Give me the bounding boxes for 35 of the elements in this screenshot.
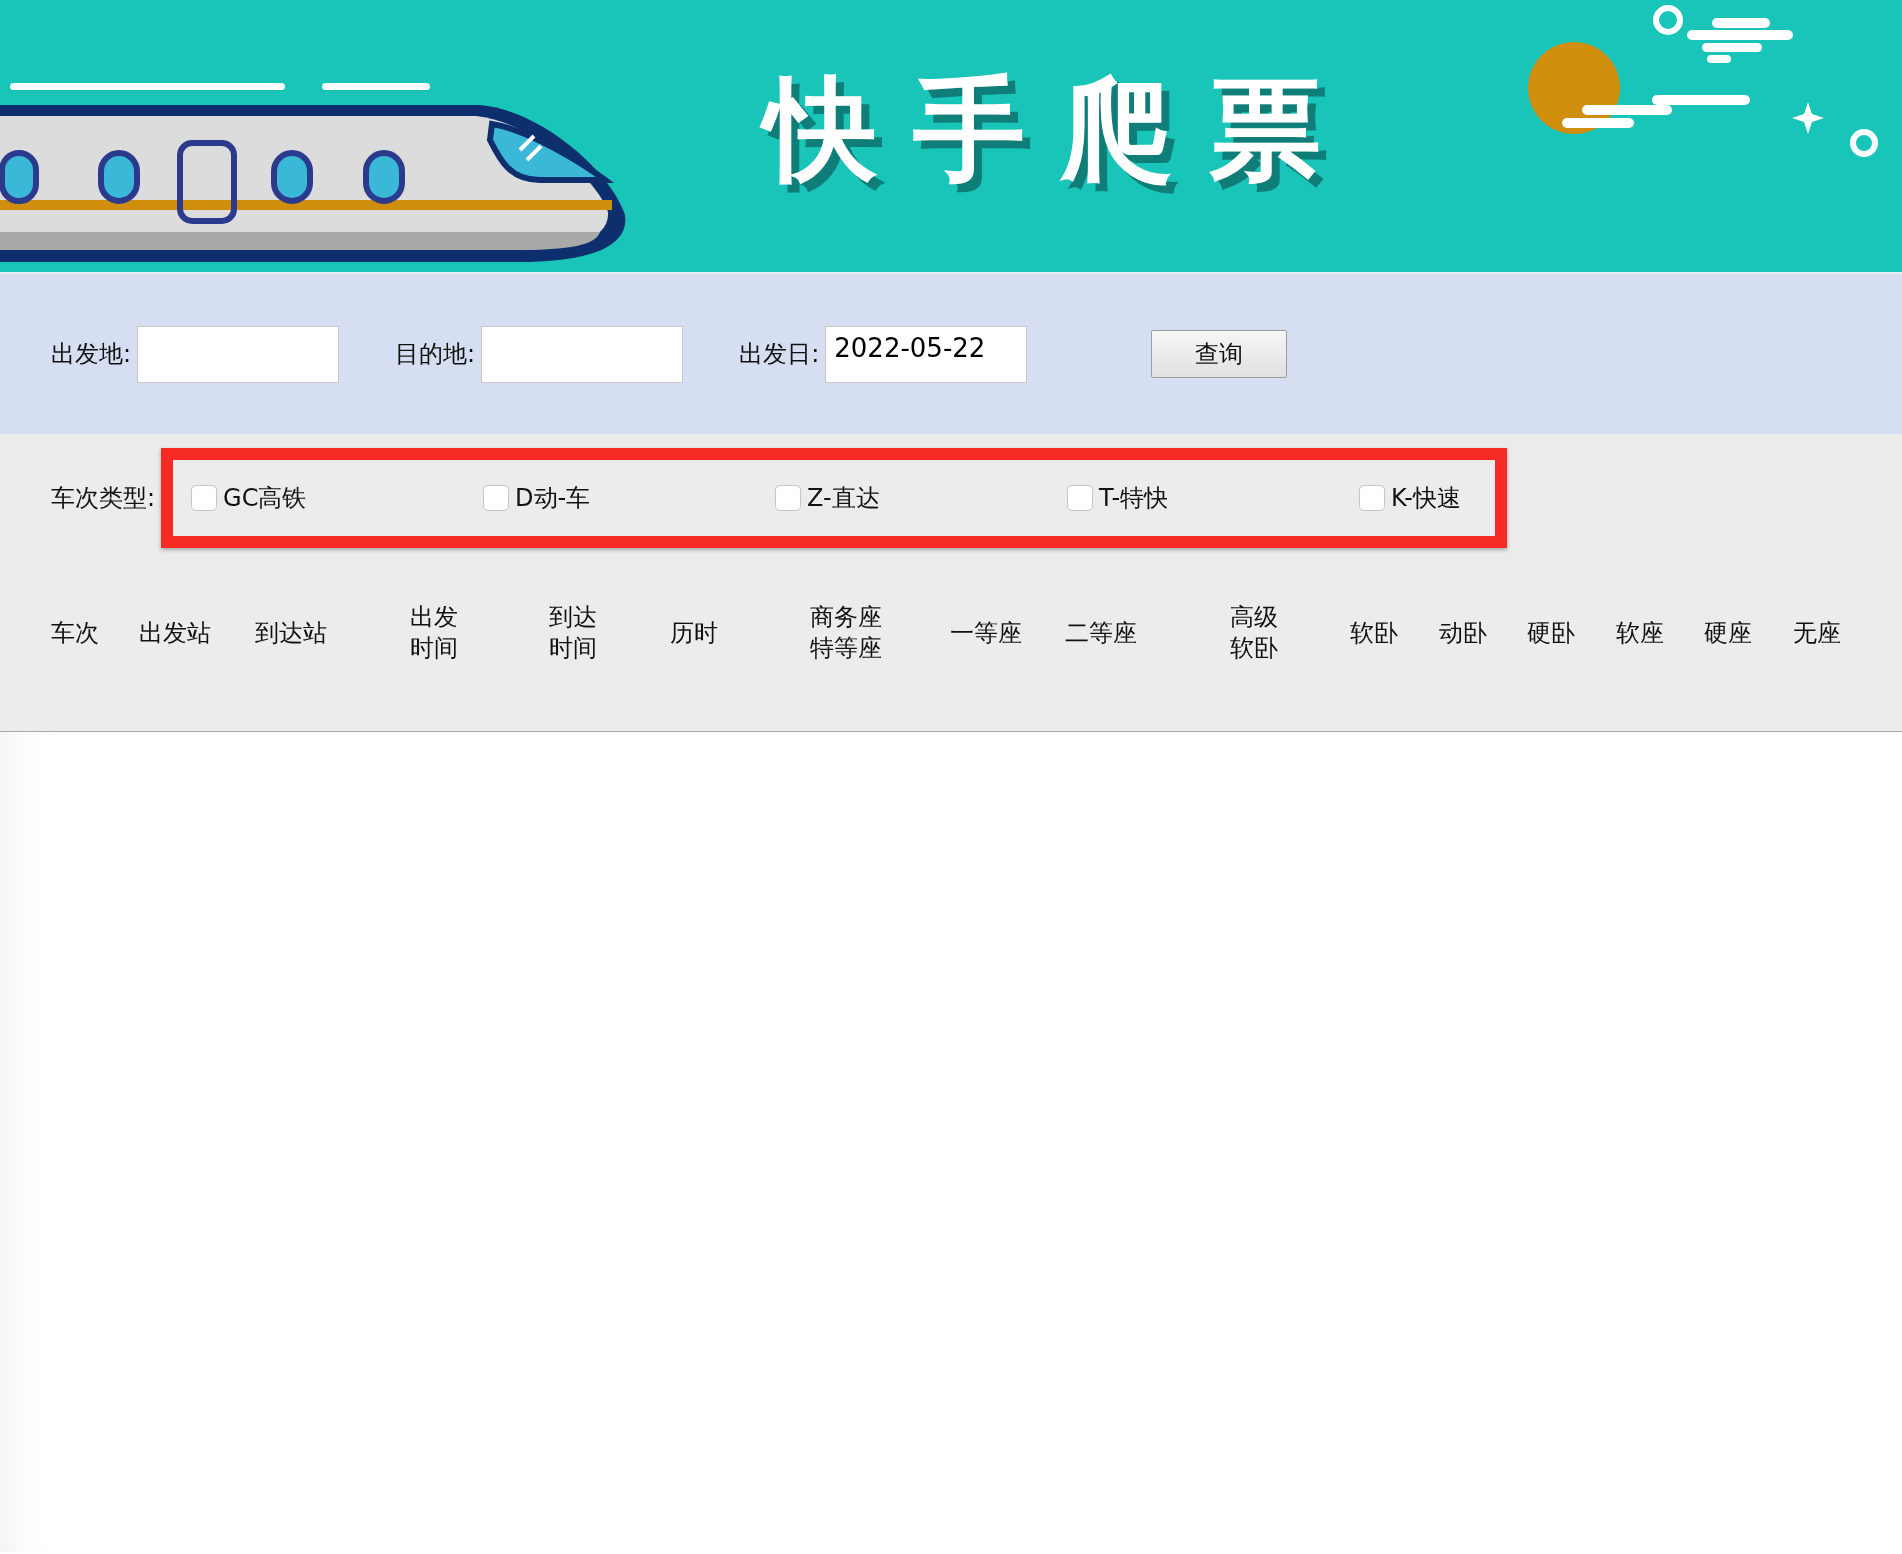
input-field[interactable]: 2022-05-22 bbox=[825, 325, 1028, 383]
column-header: 硬卧 bbox=[1527, 617, 1575, 649]
train-type-label: 车次类型: bbox=[51, 483, 156, 514]
column-header: 一等座 bbox=[950, 617, 1022, 649]
column-header: 出发站 bbox=[139, 617, 211, 649]
column-header: 动卧 bbox=[1439, 617, 1487, 649]
checkbox-label: GC高铁 bbox=[223, 483, 307, 514]
checkbox-label: T-特快 bbox=[1099, 483, 1169, 514]
input-field[interactable] bbox=[137, 325, 340, 383]
checkbox[interactable] bbox=[1359, 485, 1386, 511]
field-label: 目的地: bbox=[395, 339, 476, 370]
field-label: 出发日: bbox=[739, 339, 820, 370]
checkbox[interactable] bbox=[775, 485, 802, 511]
checkbox-label: D动-车 bbox=[515, 483, 591, 514]
column-header: 二等座 bbox=[1065, 617, 1137, 649]
column-header: 无座 bbox=[1793, 617, 1841, 649]
column-header: 出发时间 bbox=[410, 602, 459, 665]
column-header: 到达时间 bbox=[549, 602, 598, 665]
column-header: 车次 bbox=[51, 617, 99, 649]
checkbox[interactable] bbox=[483, 485, 510, 511]
column-header: 历时 bbox=[670, 617, 718, 649]
checkbox[interactable] bbox=[1067, 485, 1094, 511]
column-header: 到达站 bbox=[255, 617, 327, 649]
checkbox-label: Z-直达 bbox=[807, 483, 880, 514]
column-header: 高级软卧 bbox=[1230, 602, 1279, 665]
search-button[interactable]: 查询 bbox=[1151, 330, 1288, 378]
field-label: 出发地: bbox=[51, 339, 132, 370]
column-header: 软座 bbox=[1616, 617, 1664, 649]
input-field[interactable] bbox=[481, 325, 684, 383]
checkbox-label: K-快速 bbox=[1391, 483, 1461, 514]
column-header: 商务座特等座 bbox=[810, 602, 883, 665]
column-header: 硬座 bbox=[1704, 617, 1752, 649]
column-header: 软卧 bbox=[1350, 617, 1398, 649]
checkbox[interactable] bbox=[191, 485, 218, 511]
app-title: 快手爬票 bbox=[761, 44, 1373, 227]
